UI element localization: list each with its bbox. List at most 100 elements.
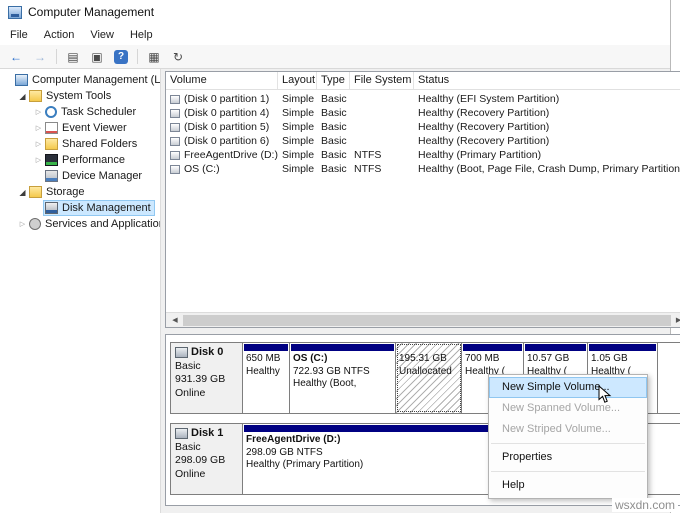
shared-folders-icon — [45, 138, 58, 150]
column-header-layout[interactable]: Layout — [278, 72, 317, 89]
tree-item-computer-management[interactable]: Computer Management (Local — [0, 72, 160, 88]
status-cell: Healthy (Recovery Partition) — [414, 107, 680, 119]
partition-color-bar — [463, 344, 522, 351]
partition-status: Unallocated — [396, 366, 461, 379]
scroll-left-icon[interactable]: ◀ — [168, 316, 182, 324]
disk-icon — [175, 428, 188, 439]
volume-name: (Disk 0 partition 6) — [184, 135, 269, 147]
tree-item-label: Computer Management (Local — [32, 74, 161, 86]
back-icon[interactable]: ← — [5, 47, 27, 67]
column-header-volume[interactable]: Volume — [166, 72, 278, 89]
layout-cell: Simple — [278, 107, 317, 119]
volume-rows: (Disk 0 partition 1) Simple Basic Health… — [166, 90, 680, 176]
type-cell: Basic — [317, 163, 350, 175]
table-row[interactable]: (Disk 0 partition 1) Simple Basic Health… — [166, 92, 680, 106]
menu-item-help[interactable]: Help — [489, 475, 647, 496]
partition-size: 722.93 GB NTFS — [290, 366, 395, 379]
partition-size: 700 MB — [462, 353, 523, 366]
task-scheduler-icon — [45, 106, 57, 118]
volume-icon — [170, 95, 180, 104]
partition-color-bar — [589, 344, 656, 351]
tree-item-services-applications[interactable]: ▷ Services and Applications — [0, 216, 160, 232]
partition-title: OS (C:) — [290, 353, 395, 366]
layout-cell: Simple — [278, 163, 317, 175]
expand-arrow[interactable]: ▷ — [33, 124, 44, 132]
properties-icon[interactable]: ▣ — [86, 47, 108, 67]
layout-cell: Simple — [278, 135, 317, 147]
disk0-unallocated-region[interactable]: 195.31 GB Unallocated — [396, 343, 462, 413]
column-header-status[interactable]: Status — [414, 72, 680, 89]
expand-arrow[interactable]: ▷ — [33, 140, 44, 148]
scroll-right-icon[interactable]: ▶ — [672, 316, 680, 324]
context-menu: New Simple Volume... New Spanned Volume.… — [488, 374, 648, 499]
disk-size: 298.09 GB — [175, 454, 238, 468]
watermark: wsxdn.com — [612, 498, 678, 512]
status-cell: Healthy (EFI System Partition) — [414, 93, 680, 105]
volume-name: FreeAgentDrive (D:) — [184, 149, 278, 161]
new-window-icon[interactable]: ▦ — [143, 47, 165, 67]
device-manager-icon — [45, 170, 58, 182]
tree-item-event-viewer[interactable]: ▷ Event Viewer — [0, 120, 160, 136]
volume-name: (Disk 0 partition 4) — [184, 107, 269, 119]
show-console-tree-icon[interactable]: ▤ — [62, 47, 84, 67]
volume-cell: FreeAgentDrive (D:) — [166, 149, 278, 161]
layout-cell: Simple — [278, 121, 317, 133]
menu-help[interactable]: Help — [122, 26, 161, 44]
tree-item-storage[interactable]: ◢ Storage — [0, 184, 160, 200]
menu-item-properties[interactable]: Properties — [489, 447, 647, 468]
type-cell: Basic — [317, 121, 350, 133]
file-system-cell: NTFS — [350, 163, 414, 175]
partition-size: 10.57 GB — [524, 353, 587, 366]
file-system-cell: NTFS — [350, 149, 414, 161]
event-viewer-icon — [45, 122, 58, 134]
tree-item-shared-folders[interactable]: ▷ Shared Folders — [0, 136, 160, 152]
disk0-partition-650mb[interactable]: 650 MB Healthy — [243, 343, 290, 413]
volume-name: OS (C:) — [184, 163, 220, 175]
app-icon — [8, 6, 22, 19]
horizontal-scrollbar[interactable]: ◀ ▶ — [166, 312, 680, 327]
expand-arrow[interactable]: ▷ — [33, 156, 44, 164]
tree-item-device-manager[interactable]: Device Manager — [0, 168, 160, 184]
menu-view[interactable]: View — [82, 26, 122, 44]
expand-arrow[interactable]: ▷ — [17, 220, 28, 228]
partition-size: 650 MB — [243, 353, 289, 366]
disk-1-label[interactable]: Disk 1 Basic 298.09 GB Online — [171, 424, 243, 494]
expand-arrow[interactable]: ◢ — [17, 188, 28, 197]
scrollbar-thumb[interactable] — [183, 315, 671, 326]
volume-table-header: Volume Layout Type File System Status — [166, 72, 680, 90]
layout-cell: Simple — [278, 93, 317, 105]
forward-icon[interactable]: → — [29, 47, 51, 67]
tree-item-task-scheduler[interactable]: ▷ Task Scheduler — [0, 104, 160, 120]
volume-icon — [170, 151, 180, 160]
volume-cell: (Disk 0 partition 5) — [166, 121, 278, 133]
table-row[interactable]: (Disk 0 partition 4) Simple Basic Health… — [166, 106, 680, 120]
table-row[interactable]: (Disk 0 partition 6) Simple Basic Health… — [166, 134, 680, 148]
disk-0-label[interactable]: Disk 0 Basic 931.39 GB Online — [171, 343, 243, 413]
disk0-partition-os-c[interactable]: OS (C:) 722.93 GB NTFS Healthy (Boot, — [290, 343, 396, 413]
refresh-icon[interactable]: ↻ — [167, 47, 189, 67]
partition-status: Healthy (Boot, — [290, 378, 395, 391]
menu-action[interactable]: Action — [36, 26, 83, 44]
partition-size: 1.05 GB — [588, 353, 657, 366]
table-row[interactable]: FreeAgentDrive (D:) Simple Basic NTFS He… — [166, 148, 680, 162]
expand-arrow[interactable]: ▷ — [33, 108, 44, 116]
tree-item-performance[interactable]: ▷ Performance — [0, 152, 160, 168]
tree-item-label: Storage — [46, 186, 85, 198]
table-row[interactable]: (Disk 0 partition 5) Simple Basic Health… — [166, 120, 680, 134]
computer-icon — [15, 74, 28, 86]
type-cell: Basic — [317, 107, 350, 119]
menu-file[interactable]: File — [2, 26, 36, 44]
tree-item-label: Disk Management — [62, 202, 151, 214]
column-header-file-system[interactable]: File System — [350, 72, 414, 89]
menu-item-new-simple-volume[interactable]: New Simple Volume... — [489, 377, 647, 398]
expand-arrow[interactable]: ◢ — [17, 92, 28, 101]
column-header-type[interactable]: Type — [317, 72, 350, 89]
tree-item-system-tools[interactable]: ◢ System Tools — [0, 88, 160, 104]
partition-color-bar — [397, 344, 460, 351]
status-cell: Healthy (Recovery Partition) — [414, 135, 680, 147]
table-row[interactable]: OS (C:) Simple Basic NTFS Healthy (Boot,… — [166, 162, 680, 176]
help-icon[interactable]: ? — [110, 47, 132, 67]
volume-icon — [170, 165, 180, 174]
tree-item-disk-management[interactable]: Disk Management — [0, 200, 160, 216]
disk-name: Disk 1 — [191, 427, 223, 441]
